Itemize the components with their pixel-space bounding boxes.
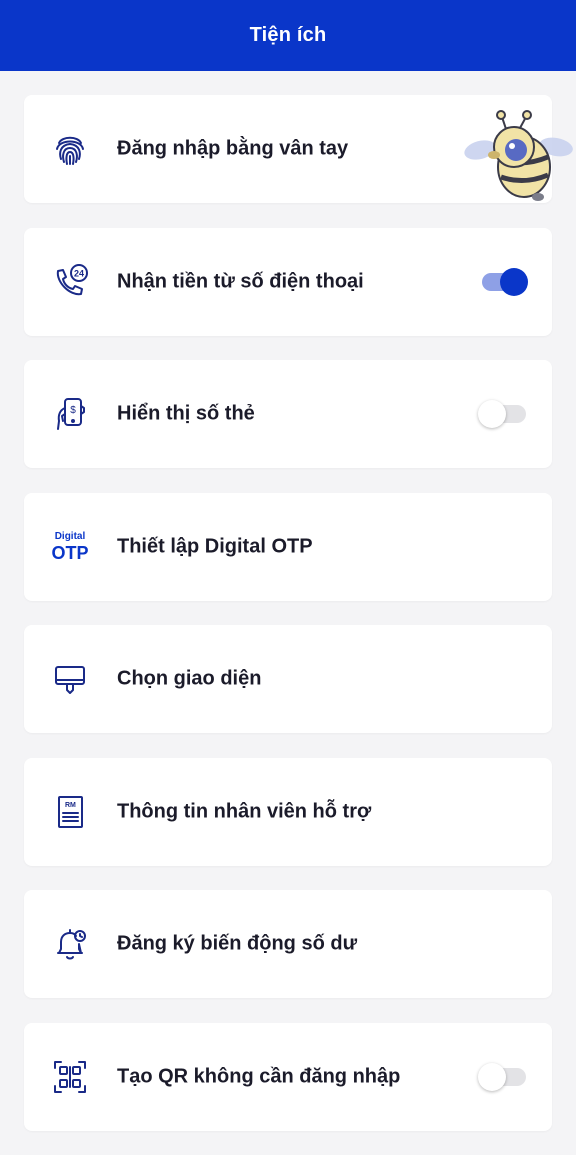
bell-clock-icon — [48, 922, 92, 966]
setting-label: Thông tin nhân viên hỗ trợ — [117, 800, 372, 822]
svg-text:$: $ — [70, 405, 76, 416]
fingerprint-icon — [48, 127, 92, 171]
digital-otp-icon-text-small: Digital — [54, 530, 86, 542]
setting-digital-otp[interactable]: Digital OTP Thiết lập Digital OTP — [24, 492, 552, 601]
phone-24-icon: 24 — [48, 260, 92, 304]
toggle-knob — [478, 1062, 506, 1091]
rm-document-icon: RM — [48, 790, 92, 834]
qr-without-login-toggle[interactable] — [478, 1062, 526, 1091]
hand-card-icon: $ — [48, 392, 92, 436]
setting-show-card-number[interactable]: $ Hiển thị số thẻ — [24, 360, 552, 468]
settings-list: Đăng nhập bằng vân tay 24 Nhận tiền từ s… — [24, 95, 573, 1155]
setting-receive-by-phone[interactable]: 24 Nhận tiền từ số điện thoại — [24, 227, 552, 336]
bee-mascot-icon — [464, 110, 573, 201]
setting-label: Đăng ký biến động số dư — [117, 932, 358, 955]
setting-balance-alerts[interactable]: Đăng ký biến động số dư — [24, 890, 552, 998]
setting-fingerprint-login[interactable]: Đăng nhập bằng vân tay — [24, 95, 573, 203]
setting-label: Thiết lập Digital OTP — [117, 535, 313, 557]
setting-support-staff-info[interactable]: RM Thông tin nhân viên hỗ trợ — [24, 757, 552, 866]
app-header: Tiện ích — [0, 0, 576, 71]
setting-label: Nhận tiền từ số điện thoại — [117, 270, 364, 292]
digital-otp-icon: Digital OTP — [48, 525, 92, 569]
digital-otp-icon-text-big: OTP — [51, 542, 89, 563]
receive-by-phone-toggle[interactable] — [482, 267, 528, 296]
toggle-knob — [500, 267, 528, 296]
svg-text:24: 24 — [74, 268, 84, 278]
toggle-knob — [478, 400, 506, 428]
setting-label: Chọn giao diện — [117, 667, 262, 690]
qr-scan-icon — [48, 1055, 92, 1099]
rm-icon-text: RM — [65, 802, 76, 809]
setting-choose-theme[interactable]: Chọn giao diện — [24, 625, 552, 733]
page-title: Tiện ích — [249, 24, 327, 46]
setting-label: Tạo QR không cần đăng nhập — [117, 1065, 401, 1087]
setting-qr-without-login[interactable]: Tạo QR không cần đăng nhập — [24, 1022, 552, 1131]
show-card-number-toggle[interactable] — [478, 400, 526, 428]
setting-label: Hiển thị số thẻ — [117, 402, 255, 425]
paint-roller-icon — [48, 657, 92, 701]
setting-label: Đăng nhập bằng vân tay — [117, 137, 349, 160]
